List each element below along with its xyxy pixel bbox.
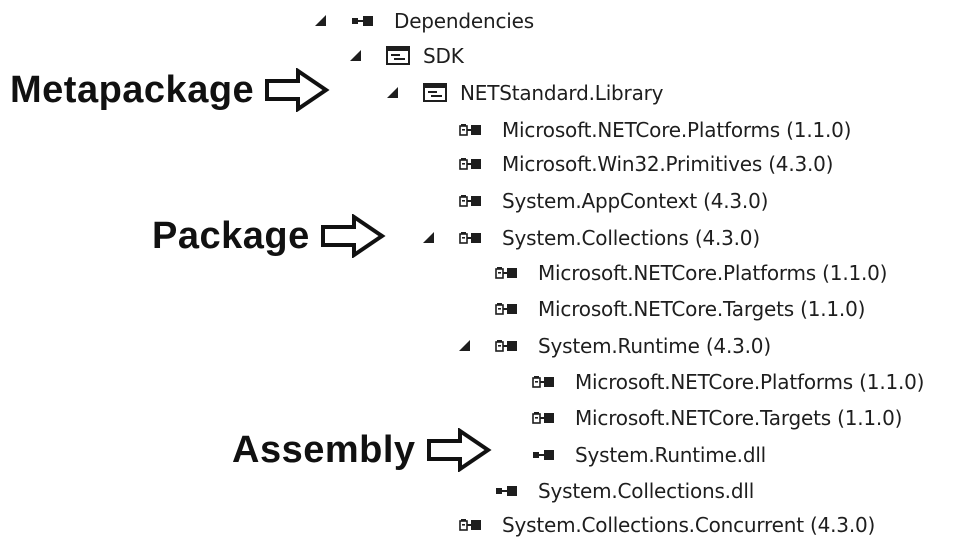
callout-assembly: Assembly — [232, 428, 492, 472]
assembly-icon — [533, 450, 554, 460]
package-icon — [459, 519, 481, 531]
package-icon — [459, 124, 481, 136]
tree-item-label: NETStandard.Library — [460, 81, 664, 105]
package-icon — [532, 412, 554, 424]
collapse-arrow-icon[interactable] — [422, 156, 436, 172]
collapse-arrow-icon[interactable] — [422, 517, 436, 533]
callout-package: Package — [152, 214, 386, 258]
tree-item-package[interactable]: Microsoft.NETCore.Platforms (1.1.0) — [458, 256, 887, 290]
package-icon — [532, 376, 554, 388]
tree-item-assembly[interactable]: System.Collections.dll — [458, 474, 754, 508]
callout-label: Package — [152, 214, 310, 257]
tree-item-package[interactable]: Microsoft.NETCore.Platforms (1.1.0) — [495, 365, 924, 399]
package-icon — [495, 303, 517, 315]
tree-item-package[interactable]: Microsoft.NETCore.Platforms (1.1.0) — [422, 113, 851, 147]
sdk-icon — [386, 46, 410, 65]
tree-item-package[interactable]: System.Collections.Concurrent (4.3.0) — [422, 508, 875, 542]
tree-item-dependencies[interactable]: Dependencies — [314, 4, 534, 38]
expand-arrow-icon[interactable] — [422, 231, 436, 245]
package-icon — [459, 232, 481, 244]
arrow-right-icon — [426, 428, 492, 472]
tree-item-assembly[interactable]: System.Runtime.dll — [495, 438, 766, 472]
tree-item-label: System.Runtime (4.3.0) — [538, 334, 771, 358]
callout-label: Metapackage — [10, 68, 255, 111]
callout-label: Assembly — [232, 428, 416, 471]
tree-item-package[interactable]: Microsoft.Win32.Primitives (4.3.0) — [422, 147, 833, 181]
metapackage-icon — [423, 83, 447, 102]
assembly-icon — [496, 486, 517, 496]
expand-arrow-icon[interactable] — [386, 86, 400, 100]
tree-item-sdk[interactable]: SDK — [349, 39, 464, 73]
callout-metapackage: Metapackage — [10, 68, 330, 112]
tree-item-label: System.AppContext (4.3.0) — [502, 189, 769, 213]
package-icon — [495, 267, 517, 279]
package-icon — [459, 195, 481, 207]
tree-item-package[interactable]: System.AppContext (4.3.0) — [422, 184, 768, 218]
package-icon — [495, 340, 517, 352]
collapse-arrow-icon[interactable] — [422, 193, 436, 209]
tree-item-label: System.Collections.dll — [538, 479, 755, 503]
expand-arrow-icon[interactable] — [349, 49, 363, 63]
tree-item-label: System.Collections.Concurrent (4.3.0) — [502, 513, 876, 537]
tree-item-label: Microsoft.NETCore.Platforms (1.1.0) — [538, 261, 888, 285]
tree-item-label: Dependencies — [394, 9, 534, 33]
expand-arrow-icon[interactable] — [314, 14, 328, 28]
expand-arrow-icon[interactable] — [458, 339, 472, 353]
tree-item-label: Microsoft.NETCore.Platforms (1.1.0) — [575, 370, 925, 394]
dependencies-icon — [352, 16, 373, 26]
tree-item-label: SDK — [423, 44, 464, 68]
tree-item-package[interactable]: Microsoft.NETCore.Targets (1.1.0) — [495, 401, 902, 435]
tree-item-label: Microsoft.NETCore.Targets (1.1.0) — [538, 297, 866, 321]
tree-item-label: System.Collections (4.3.0) — [502, 226, 760, 250]
tree-item-package[interactable]: System.Runtime (4.3.0) — [458, 329, 771, 363]
tree-item-netstandard-library[interactable]: NETStandard.Library — [386, 76, 663, 110]
arrow-right-icon — [320, 214, 386, 258]
tree-item-package[interactable]: Microsoft.NETCore.Targets (1.1.0) — [458, 292, 865, 326]
tree-item-package[interactable]: System.Collections (4.3.0) — [422, 221, 760, 255]
arrow-right-icon — [265, 68, 330, 112]
tree-item-label: Microsoft.Win32.Primitives (4.3.0) — [502, 152, 834, 176]
tree-item-label: System.Runtime.dll — [575, 443, 767, 467]
tree-item-label: Microsoft.NETCore.Targets (1.1.0) — [575, 406, 903, 430]
tree-item-label: Microsoft.NETCore.Platforms (1.1.0) — [502, 118, 852, 142]
package-icon — [459, 158, 481, 170]
